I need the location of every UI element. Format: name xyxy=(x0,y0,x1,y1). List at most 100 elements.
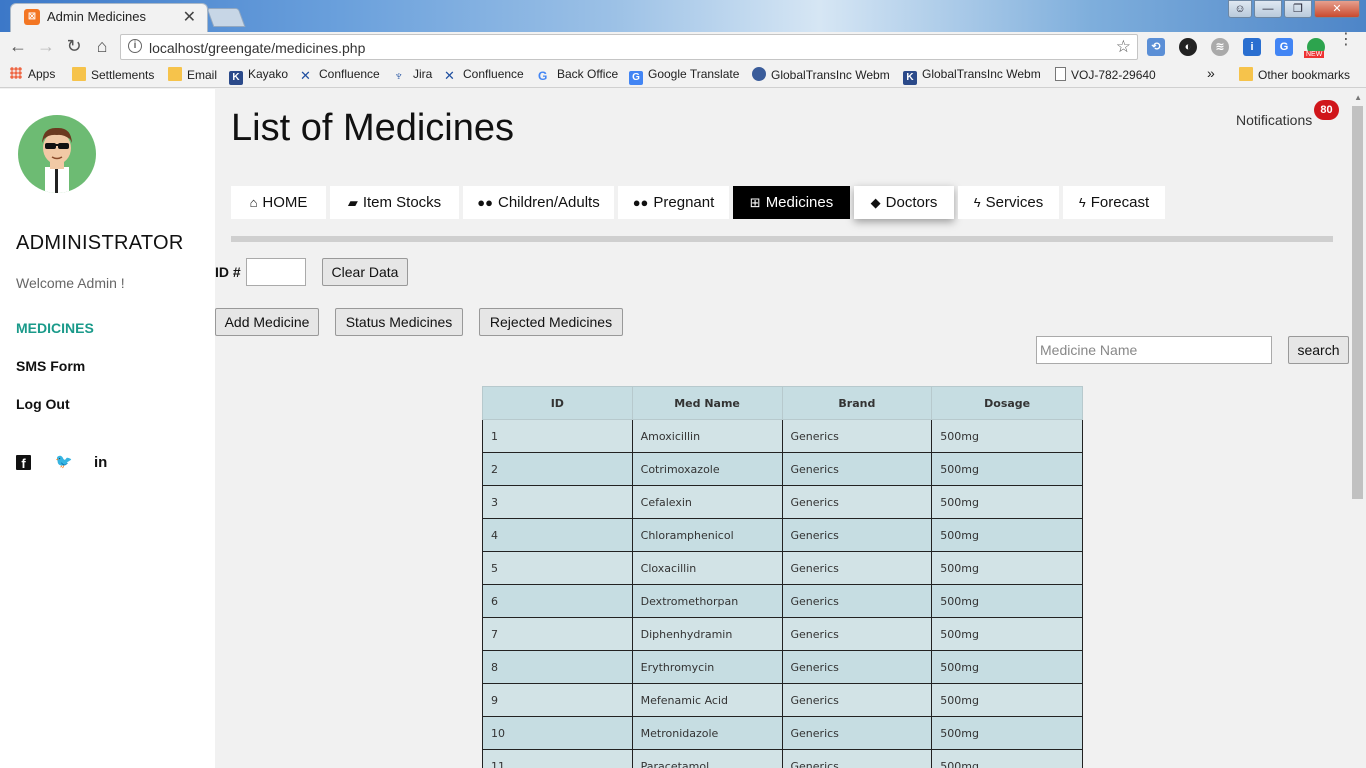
bookmark-kayako[interactable]: K Kayako xyxy=(229,67,288,85)
bookmark-other[interactable]: Other bookmarks xyxy=(1239,67,1350,82)
medkit-icon: ⊞ xyxy=(749,194,761,210)
close-window-icon[interactable]: ✕ xyxy=(1314,0,1360,18)
table-row[interactable]: 1 Amoxicillin Generics 500mg xyxy=(482,419,1083,453)
maximize-icon[interactable]: ❐ xyxy=(1284,0,1312,18)
address-bar[interactable]: i localhost/greengate/medicines.php ☆ xyxy=(120,34,1138,60)
bookmark-email[interactable]: Email xyxy=(168,67,217,82)
extension-new-badge: NEW xyxy=(1304,51,1325,58)
tab-forecast[interactable]: ϟ Forecast xyxy=(1063,186,1165,219)
column-header-med-name[interactable]: Med Name xyxy=(631,386,783,420)
reload-icon[interactable]: ↻ xyxy=(63,36,85,57)
extension-spotify-icon[interactable]: ≋ xyxy=(1211,38,1229,56)
bookmark-settlements[interactable]: Settlements xyxy=(72,67,154,82)
users-icon: ●● xyxy=(632,195,649,210)
extension-info-icon[interactable]: i xyxy=(1243,38,1261,56)
briefcase-icon: ▰ xyxy=(347,194,358,210)
table-row[interactable]: 6 Dextromethorpan Generics 500mg xyxy=(482,584,1083,618)
cell-med-name: Diphenhydramin xyxy=(631,617,783,651)
page-content: ADMINISTRATOR Welcome Admin ! MEDICINES … xyxy=(0,89,1366,768)
extension-translate-icon[interactable]: ⟲ xyxy=(1147,38,1165,56)
table-row[interactable]: 11 Paracetamol Generics 500mg xyxy=(482,749,1083,768)
clear-data-button[interactable]: Clear Data xyxy=(322,258,408,286)
search-input[interactable] xyxy=(1036,336,1272,364)
browser-menu-icon[interactable]: ⋮ xyxy=(1338,32,1354,48)
table-row[interactable]: 3 Cefalexin Generics 500mg xyxy=(482,485,1083,519)
confluence-icon: ✕ xyxy=(444,68,455,83)
bookmark-star-icon[interactable]: ☆ xyxy=(1116,37,1131,57)
bookmarks-overflow-icon[interactable]: » xyxy=(1207,65,1215,81)
forward-arrow-icon[interactable]: → xyxy=(35,36,57,57)
table-row[interactable]: 4 Chloramphenicol Generics 500mg xyxy=(482,518,1083,552)
twitter-icon[interactable]: 🐦 xyxy=(55,453,72,470)
cell-brand: Generics xyxy=(781,518,933,552)
tab-home[interactable]: ⌂ HOME xyxy=(231,186,326,219)
cell-id: 11 xyxy=(482,749,633,768)
rejected-medicines-button[interactable]: Rejected Medicines xyxy=(479,308,623,336)
bookmark-voj[interactable]: VOJ-782-29640 xyxy=(1055,67,1156,82)
cell-dosage: 500mg xyxy=(931,650,1083,684)
column-header-id[interactable]: ID xyxy=(482,386,633,420)
sidebar-link-sms-form[interactable]: SMS Form xyxy=(16,358,85,374)
tab-doctors[interactable]: ◆ Doctors xyxy=(854,186,954,219)
bookmark-back-office[interactable]: G Back Office xyxy=(538,67,618,83)
bookmark-jira[interactable]: ♆ Jira xyxy=(394,67,432,83)
bookmark-globaltransinc-2[interactable]: K GlobalTransInc Webm xyxy=(903,67,1041,85)
home-icon: ⌂ xyxy=(249,195,258,210)
scroll-up-arrow-icon[interactable]: ▲ xyxy=(1354,93,1362,102)
bookmark-confluence-2[interactable]: ✕ Confluence xyxy=(444,67,524,83)
cell-dosage: 500mg xyxy=(931,749,1083,768)
tab-item-stocks[interactable]: ▰ Item Stocks xyxy=(330,186,459,219)
tab-children-adults[interactable]: ●● Children/Adults xyxy=(463,186,614,219)
minimize-icon[interactable]: — xyxy=(1254,0,1282,18)
tab-close-icon[interactable]: ✕ xyxy=(183,7,196,27)
add-medicine-button[interactable]: Add Medicine xyxy=(215,308,319,336)
table-row[interactable]: 2 Cotrimoxazole Generics 500mg xyxy=(482,452,1083,486)
id-input[interactable] xyxy=(246,258,306,286)
tab-pregnant[interactable]: ●● Pregnant xyxy=(618,186,729,219)
cell-id: 6 xyxy=(482,584,633,618)
table-row[interactable]: 8 Erythromycin Generics 500mg xyxy=(482,650,1083,684)
bookmark-google-translate[interactable]: G Google Translate xyxy=(629,67,739,85)
tab-medicines[interactable]: ⊞ Medicines xyxy=(733,186,850,219)
browser-tab-active[interactable]: ⊠ Admin Medicines ✕ xyxy=(10,3,208,32)
table-row[interactable]: 5 Cloxacillin Generics 500mg xyxy=(482,551,1083,585)
nav-tabs: ⌂ HOME ▰ Item Stocks ●● Children/Adults ●● P… xyxy=(231,186,1165,219)
notifications-link[interactable]: Notifications xyxy=(1236,112,1312,128)
bookmark-globaltransinc-1[interactable]: GlobalTransInc Webm xyxy=(752,67,890,82)
column-header-brand[interactable]: Brand xyxy=(781,386,933,420)
new-tab-button[interactable] xyxy=(206,8,246,27)
status-medicines-button[interactable]: Status Medicines xyxy=(335,308,463,336)
google-translate-icon: G xyxy=(629,71,643,85)
window-controls: ☺ — ❐ ✕ xyxy=(1228,0,1360,18)
cell-dosage: 500mg xyxy=(931,452,1083,486)
bookmark-apps[interactable]: Apps xyxy=(10,67,55,81)
table-row[interactable]: 10 Metronidazole Generics 500mg xyxy=(482,716,1083,750)
profile-icon[interactable]: ☺ xyxy=(1228,0,1252,18)
extension-google-translate-icon[interactable]: G xyxy=(1275,38,1293,56)
bolt-icon: ϟ xyxy=(973,195,981,210)
search-button[interactable]: search xyxy=(1288,336,1349,364)
linkedin-icon[interactable]: in xyxy=(94,454,107,471)
tab-title: Admin Medicines xyxy=(47,9,146,24)
sidebar-link-log-out[interactable]: Log Out xyxy=(16,396,70,412)
column-header-dosage[interactable]: Dosage xyxy=(931,386,1083,420)
table-row[interactable]: 7 Diphenhydramin Generics 500mg xyxy=(482,617,1083,651)
page-scrollbar[interactable]: ▲ xyxy=(1349,89,1366,768)
info-icon[interactable]: i xyxy=(128,39,142,53)
android-icon: ◆ xyxy=(870,194,881,210)
bookmark-confluence[interactable]: ✕ Confluence xyxy=(300,67,380,83)
back-arrow-icon[interactable]: ← xyxy=(7,36,29,57)
scrollbar-thumb[interactable] xyxy=(1352,106,1363,499)
sidebar-link-medicines[interactable]: MEDICINES xyxy=(16,320,94,336)
bolt-icon: ϟ xyxy=(1078,195,1086,210)
xampp-favicon-icon: ⊠ xyxy=(24,9,40,25)
extension-sync-icon[interactable]: ◐ xyxy=(1179,38,1197,56)
facebook-icon[interactable]: f xyxy=(16,455,31,471)
address-url[interactable]: localhost/greengate/medicines.php xyxy=(149,40,365,56)
cell-dosage: 500mg xyxy=(931,551,1083,585)
home-icon[interactable]: ⌂ xyxy=(91,36,113,57)
tab-services[interactable]: ϟ Services xyxy=(958,186,1059,219)
cell-med-name: Erythromycin xyxy=(631,650,783,684)
cell-med-name: Cotrimoxazole xyxy=(631,452,783,486)
table-row[interactable]: 9 Mefenamic Acid Generics 500mg xyxy=(482,683,1083,717)
